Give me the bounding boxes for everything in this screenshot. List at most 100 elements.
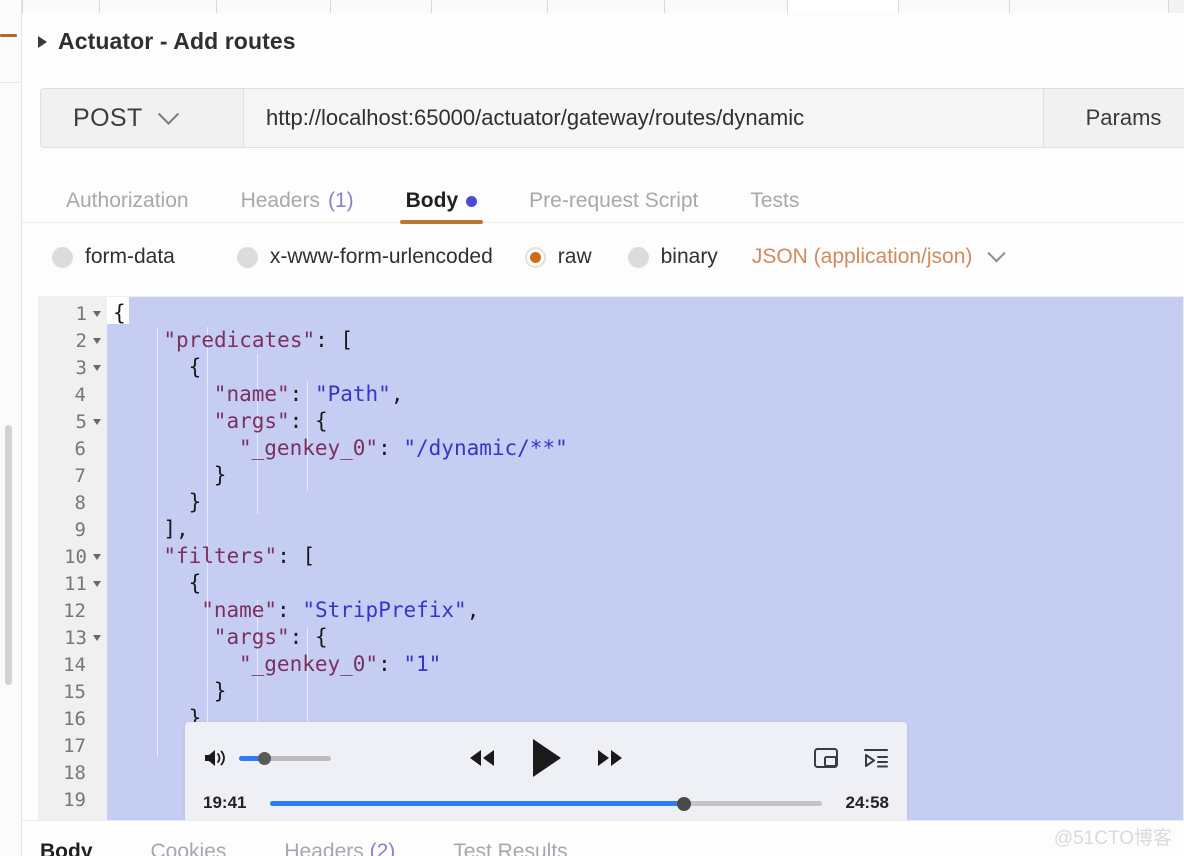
code-line: { bbox=[113, 301, 126, 325]
tab-chip[interactable] bbox=[547, 0, 665, 13]
request-panel: Actuator - Add routes POST http://localh… bbox=[22, 13, 1184, 224]
player-right-icons bbox=[813, 746, 889, 770]
tab-authorization[interactable]: Authorization bbox=[40, 178, 215, 224]
tab-tests[interactable]: Tests bbox=[724, 178, 825, 224]
tab-chip[interactable] bbox=[1009, 0, 1169, 13]
tab-chip[interactable] bbox=[216, 0, 331, 13]
code-line: "_genkey_0": "/dynamic/**" bbox=[239, 436, 568, 460]
radio-icon bbox=[52, 246, 73, 268]
tab-headers[interactable]: Headers (1) bbox=[215, 178, 380, 224]
rewind-icon[interactable] bbox=[467, 746, 497, 770]
tab-chip[interactable] bbox=[330, 0, 432, 13]
line-number: 4 bbox=[39, 381, 107, 408]
response-tab-cookies[interactable]: Cookies bbox=[151, 840, 255, 856]
tab-chip[interactable] bbox=[664, 0, 788, 13]
tab-chip-active[interactable] bbox=[787, 0, 899, 13]
code-line: { bbox=[188, 355, 202, 379]
code-line: "predicates": [ bbox=[163, 328, 354, 352]
request-tab-strip[interactable] bbox=[22, 0, 1184, 13]
tab-label: Authorization bbox=[66, 189, 189, 212]
body-type-label: form-data bbox=[85, 245, 175, 268]
tab-chip[interactable] bbox=[99, 0, 217, 13]
url-input[interactable]: http://localhost:65000/actuator/gateway/… bbox=[244, 88, 1044, 148]
seek-slider[interactable] bbox=[270, 796, 822, 811]
body-type-raw[interactable]: raw bbox=[524, 245, 592, 269]
body-type-label: binary bbox=[660, 245, 718, 268]
body-type-label: raw bbox=[557, 245, 592, 268]
playlist-icon[interactable] bbox=[863, 746, 889, 770]
code-line: ], bbox=[163, 517, 189, 541]
tab-pre-request-script[interactable]: Pre-request Script bbox=[503, 178, 724, 224]
line-number: 12 bbox=[39, 597, 107, 624]
body-type-binary[interactable]: binary bbox=[627, 245, 718, 269]
fast-forward-icon[interactable] bbox=[595, 746, 625, 770]
fold-arrow-icon[interactable] bbox=[93, 418, 101, 425]
content-type-label: JSON (application/json) bbox=[751, 245, 973, 268]
request-title-row[interactable]: Actuator - Add routes bbox=[38, 28, 296, 55]
fold-arrow-icon[interactable] bbox=[93, 553, 101, 560]
total-time: 24:58 bbox=[845, 793, 889, 812]
tab-count: (1) bbox=[327, 189, 354, 212]
play-icon[interactable] bbox=[529, 737, 563, 779]
response-tab-body[interactable]: Body bbox=[40, 840, 121, 856]
body-type-urlencoded[interactable]: x-www-form-urlencoded bbox=[236, 245, 493, 269]
tab-label: Cookies bbox=[150, 840, 227, 856]
fold-arrow-icon[interactable] bbox=[93, 634, 101, 641]
chevron-down-icon bbox=[157, 103, 179, 125]
volume-icon[interactable] bbox=[203, 747, 229, 769]
response-tab-headers[interactable]: Headers (2) bbox=[284, 840, 423, 856]
page-title: Actuator - Add routes bbox=[58, 28, 296, 54]
code-line: "args": { bbox=[213, 625, 328, 649]
volume-control[interactable] bbox=[203, 747, 331, 769]
tab-chip[interactable] bbox=[898, 0, 1010, 13]
fold-arrow-icon[interactable] bbox=[93, 310, 101, 317]
url-bar: POST http://localhost:65000/actuator/gat… bbox=[40, 88, 1184, 148]
http-method-selector[interactable]: POST bbox=[40, 88, 244, 148]
code-line: "args": { bbox=[213, 409, 328, 433]
fold-arrow-icon[interactable] bbox=[93, 364, 101, 371]
tab-label: Tests bbox=[750, 189, 800, 212]
response-tab-test-results[interactable]: Test Results bbox=[453, 840, 595, 856]
current-time: 19:41 bbox=[203, 793, 247, 812]
code-line: "_genkey_0": "1" bbox=[239, 652, 442, 676]
request-section-tabs: Authorization Headers (1) Body Pre-reque… bbox=[40, 178, 825, 224]
tab-label: Pre-request Script bbox=[529, 189, 699, 212]
body-type-form-data[interactable]: form-data bbox=[52, 245, 175, 269]
line-number: 6 bbox=[39, 435, 107, 462]
tab-chip[interactable] bbox=[431, 0, 548, 13]
code-line: "name": "Path", bbox=[213, 382, 404, 406]
tab-chip[interactable] bbox=[22, 0, 100, 13]
params-button[interactable]: Params bbox=[1044, 88, 1184, 148]
line-number: 7 bbox=[39, 462, 107, 489]
code-line: "name": "StripPrefix", bbox=[201, 598, 480, 622]
fold-arrow-icon[interactable] bbox=[93, 337, 101, 344]
response-panel: Body Cookies Headers (2) Test Results @5… bbox=[22, 820, 1184, 856]
line-number: 9 bbox=[39, 516, 107, 543]
picture-in-picture-icon[interactable] bbox=[813, 746, 839, 770]
rail-accent-marker bbox=[0, 34, 17, 37]
code-line: } bbox=[213, 679, 227, 703]
fold-arrow-icon[interactable] bbox=[93, 580, 101, 587]
tab-label: Headers bbox=[284, 840, 364, 856]
chevron-down-icon bbox=[987, 243, 1007, 262]
line-number: 5 bbox=[39, 408, 107, 435]
tab-body[interactable]: Body bbox=[380, 178, 504, 224]
content-type-dropdown[interactable]: JSON (application/json) bbox=[751, 243, 1007, 269]
editor-line-number-gutter[interactable]: 1 2 3 4 5 6 7 8 9 10 11 12 13 14 15 16 17 18 19 bbox=[39, 297, 107, 820]
volume-knob[interactable] bbox=[258, 751, 271, 765]
volume-slider[interactable] bbox=[239, 751, 331, 765]
expand-caret-icon[interactable] bbox=[38, 36, 47, 48]
seek-knob[interactable] bbox=[676, 796, 691, 811]
tab-label: Body bbox=[405, 189, 459, 212]
params-label: Params bbox=[1085, 105, 1162, 130]
code-line: "filters": [ bbox=[163, 544, 316, 568]
line-number: 3 bbox=[39, 354, 107, 381]
active-tab-underline bbox=[399, 220, 484, 224]
line-number: 2 bbox=[39, 327, 107, 354]
sidebar-scrollbar[interactable] bbox=[5, 425, 12, 685]
